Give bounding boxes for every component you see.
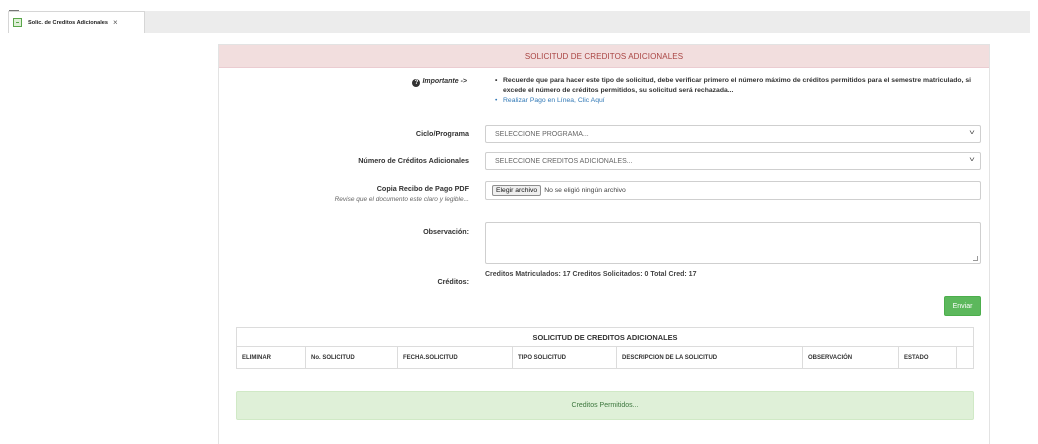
- column-header: DESCRIPCION DE LA SOLICITUD: [617, 347, 803, 368]
- choose-file-button[interactable]: Elegir archivo: [492, 185, 542, 196]
- credits-count-label: Número de Créditos Adicionales: [358, 156, 469, 165]
- important-text: Importante ->: [422, 78, 467, 85]
- credits-summary: Creditos Matriculados: 17 Creditos Solic…: [485, 271, 697, 278]
- credits-allowed-alert: Creditos Permitidos...: [236, 391, 974, 420]
- top-bar: Solic. de Creditos Adicionales ×: [0, 0, 1038, 34]
- column-header: ESTADO: [899, 347, 957, 368]
- observation-textarea[interactable]: [485, 222, 981, 264]
- column-header: ELIMINAR: [237, 347, 306, 368]
- request-panel: SOLICITUD DE CREDITOS ADICIONALES ? Impor…: [218, 44, 990, 444]
- column-header: FECHA.SOLICITUD: [398, 347, 513, 368]
- document-icon: [13, 18, 22, 27]
- observation-label: Observación:: [423, 227, 469, 236]
- panel-title: SOLICITUD DE CREDITOS ADICIONALES: [219, 45, 989, 68]
- chevron-down-icon: ˅: [969, 130, 975, 137]
- program-select[interactable]: SELECCIONE PROGRAMA... ˅: [485, 125, 981, 143]
- tab-solic-creditos-adicionales[interactable]: Solic. de Creditos Adicionales ×: [8, 11, 145, 33]
- credits-count-select-value: SELECCIONE CREDITOS ADICIONALES...: [495, 157, 633, 165]
- resize-handle-icon[interactable]: [973, 256, 978, 261]
- receipt-label: Copia Recibo de Pago PDF: [376, 184, 469, 193]
- file-status: No se eligió ningún archivo: [544, 187, 626, 194]
- important-label: ? Importante ->: [219, 78, 467, 87]
- program-select-value: SELECCIONE PROGRAMA...: [495, 130, 589, 138]
- question-circle-icon: ?: [412, 79, 421, 87]
- chevron-down-icon: ˅: [969, 157, 975, 164]
- table-header-row: ELIMINAR No. SOLICITUD FECHA.SOLICITUD T…: [237, 347, 973, 368]
- column-header: TIPO SOLICITUD: [513, 347, 617, 368]
- tab-label: Solic. de Creditos Adicionales: [28, 19, 108, 26]
- note-credits-warning: Recuerde que para hacer este tipo de sol…: [495, 76, 985, 96]
- close-icon[interactable]: ×: [113, 18, 118, 27]
- pay-online-link[interactable]: Realizar Pago en Línea, Clic Aquí: [495, 96, 985, 106]
- requests-table: SOLICITUD DE CREDITOS ADICIONALES ELIMIN…: [236, 327, 974, 369]
- receipt-hint: Revise que el documento este claro y leg…: [334, 196, 469, 203]
- column-header: No. SOLICITUD: [306, 347, 398, 368]
- program-label: Ciclo/Programa: [415, 129, 469, 138]
- tab-strip: Solic. de Creditos Adicionales ×: [8, 11, 1030, 33]
- receipt-file-input[interactable]: Elegir archivo No se eligió ningún archi…: [485, 181, 981, 200]
- send-button[interactable]: Enviar: [944, 296, 981, 316]
- table-title: SOLICITUD DE CREDITOS ADICIONALES: [237, 328, 973, 347]
- important-notes: Recuerde que para hacer este tipo de sol…: [495, 76, 985, 106]
- column-header: OBSERVACIÓN: [803, 347, 899, 368]
- credits-summary-label: Créditos:: [437, 277, 469, 286]
- credits-count-select[interactable]: SELECCIONE CREDITOS ADICIONALES... ˅: [485, 152, 981, 170]
